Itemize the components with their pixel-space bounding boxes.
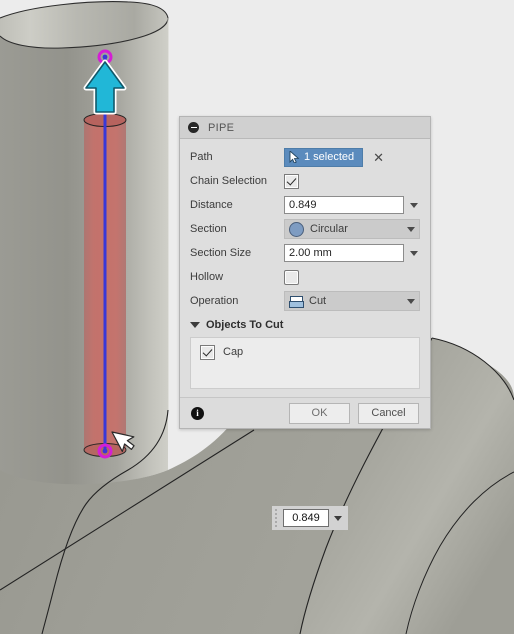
operation-label: Operation <box>190 295 239 307</box>
row-section-size: Section Size 2.00 mm <box>180 241 430 265</box>
floating-value-editor[interactable]: 0.849 <box>272 506 348 530</box>
cursor-arrow-icon <box>289 151 300 163</box>
row-path: Path 1 selected ✕ <box>180 145 430 169</box>
row-operation: Operation Cut <box>180 289 430 313</box>
path-selection-button[interactable]: 1 selected <box>284 147 364 167</box>
list-item[interactable]: Cap <box>191 344 419 360</box>
objects-to-cut-list[interactable]: Cap <box>190 337 420 389</box>
cancel-button[interactable]: Cancel <box>358 402 419 424</box>
ok-button[interactable]: OK <box>289 402 350 424</box>
operation-value: Cut <box>309 295 327 307</box>
dialog-footer: i OK Cancel <box>180 397 430 428</box>
distance-input[interactable]: 0.849 <box>284 196 404 214</box>
dialog-title-bar[interactable]: PIPE <box>180 117 430 139</box>
section-size-label: Section Size <box>190 247 252 259</box>
info-icon[interactable]: i <box>191 406 204 420</box>
section-value: Circular <box>310 223 348 235</box>
objects-to-cut-label: Objects To Cut <box>206 319 284 331</box>
section-chevron-down-icon[interactable] <box>404 221 417 237</box>
floating-chevron-down-icon[interactable] <box>332 510 344 526</box>
section-dropdown[interactable]: Circular <box>284 219 420 239</box>
distance-chevron-down-icon[interactable] <box>407 197 420 213</box>
cap-checkbox[interactable] <box>200 344 215 360</box>
section-size-chevron-down-icon[interactable] <box>407 245 420 261</box>
objects-to-cut-group-header[interactable]: Objects To Cut <box>180 313 430 335</box>
floating-distance-value: 0.849 <box>292 512 320 524</box>
section-size-input[interactable]: 2.00 mm <box>284 244 404 262</box>
distance-label: Distance <box>190 199 233 211</box>
section-size-value: 2.00 mm <box>289 247 332 259</box>
operation-chevron-down-icon[interactable] <box>404 293 417 309</box>
operation-dropdown[interactable]: Cut <box>284 291 420 311</box>
circle-section-icon <box>289 221 304 237</box>
section-label: Section <box>190 223 227 235</box>
distance-value: 0.849 <box>289 199 317 211</box>
drag-grip-icon[interactable] <box>274 509 280 527</box>
row-hollow: Hollow <box>180 265 430 289</box>
hollow-checkbox[interactable] <box>284 269 299 285</box>
row-distance: Distance 0.849 <box>180 193 430 217</box>
triangle-down-icon <box>190 322 200 328</box>
path-selection-label: 1 selected <box>304 150 355 163</box>
path-label: Path <box>190 151 213 163</box>
dialog-title: PIPE <box>208 121 235 134</box>
clear-selection-icon[interactable]: ✕ <box>373 151 384 164</box>
chain-selection-label: Chain Selection <box>190 175 268 187</box>
row-section: Section Circular <box>180 217 430 241</box>
minus-circle-icon[interactable] <box>188 122 199 133</box>
floating-distance-input[interactable]: 0.849 <box>283 509 329 527</box>
hollow-label: Hollow <box>190 271 224 283</box>
application-window: PIPE Path 1 selected ✕ Chain Selection D… <box>0 0 514 634</box>
cap-label: Cap <box>223 346 244 358</box>
pipe-dialog[interactable]: PIPE Path 1 selected ✕ Chain Selection D… <box>179 116 431 429</box>
chain-selection-checkbox[interactable] <box>284 173 299 189</box>
row-chain-selection: Chain Selection <box>180 169 430 193</box>
cut-operation-icon <box>289 295 304 308</box>
dialog-body: Path 1 selected ✕ Chain Selection Distan… <box>180 139 430 397</box>
